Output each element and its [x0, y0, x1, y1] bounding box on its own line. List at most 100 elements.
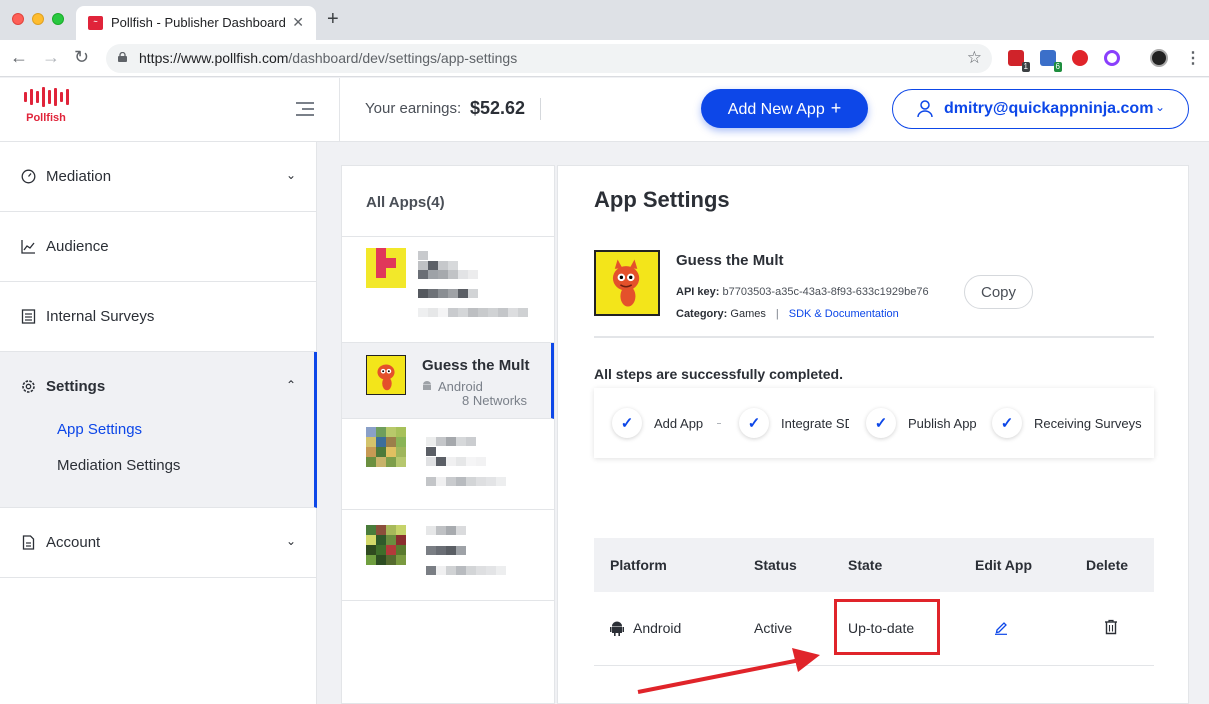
column-header: Status — [754, 557, 797, 573]
window-close-button[interactable] — [12, 13, 24, 25]
add-new-app-button[interactable]: Add New App + — [701, 89, 868, 128]
step-label: Add App — [654, 415, 704, 431]
blurred-text — [418, 308, 528, 317]
ext-star-icon[interactable] — [1072, 50, 1088, 66]
app-icon — [594, 250, 660, 316]
checkmark-icon: ✓ — [739, 408, 769, 438]
checkmark-icon: ✓ — [866, 408, 896, 438]
checkmark-icon: ✓ — [612, 408, 642, 438]
reload-icon[interactable]: ↻ — [74, 47, 89, 67]
android-icon — [610, 621, 624, 636]
header-divider — [339, 78, 340, 142]
browser-tab[interactable]: ~ Pollfish - Publisher Dashboard ✕ — [76, 6, 316, 40]
annotation-arrow-icon — [637, 648, 820, 694]
sidebar-subitem-app-settings[interactable]: App Settings — [57, 421, 142, 438]
android-icon — [423, 381, 431, 390]
ext-badge: 6 — [1053, 62, 1062, 72]
lock-icon — [118, 52, 127, 62]
app-platform: Android — [422, 379, 483, 394]
step-receiving-surveys: ✓ Receiving Surveys — [992, 408, 1142, 438]
sidebar-subitem-mediation-settings[interactable]: Mediation Settings — [57, 457, 180, 474]
profile-avatar[interactable] — [1150, 49, 1168, 67]
sidebar-item-internal-surveys[interactable]: Internal Surveys — [0, 282, 317, 352]
step-label: Integrate SDK — [781, 415, 849, 431]
list-item[interactable] — [342, 510, 554, 601]
app-thumbnail-blurred — [366, 248, 406, 288]
bookmark-star-icon[interactable]: ☆ — [967, 48, 982, 68]
app-title: Guess the Mult — [676, 252, 784, 269]
app-name: Guess the Mult — [422, 357, 530, 374]
ext-octo-icon[interactable] — [1104, 50, 1120, 66]
copy-api-key-button[interactable]: Copy — [964, 275, 1033, 309]
pencil-icon[interactable] — [994, 619, 1008, 635]
logo-text: Pollfish — [26, 112, 66, 124]
sidebar-item-label: Settings — [46, 378, 106, 395]
sidebar-item-label: Account — [46, 534, 101, 551]
step-add-app: ✓ Add App — [612, 408, 703, 438]
list-item[interactable] — [342, 419, 554, 510]
earnings-label: Your earnings: — [365, 100, 462, 117]
list-item[interactable] — [342, 237, 554, 343]
blurred-text — [418, 289, 478, 298]
window-zoom-button[interactable] — [52, 13, 64, 25]
blurred-text — [426, 546, 466, 555]
column-header: Delete — [1086, 557, 1129, 573]
guess-the-mult-thumbnail — [366, 355, 406, 395]
window-minimize-button[interactable] — [32, 13, 44, 25]
platforms-table-header: Platform Status State Edit App Delete — [594, 538, 1154, 592]
trash-icon[interactable] — [1104, 619, 1118, 635]
apps-list-panel: All Apps(4) Guess the Mult Android 8 Net… — [341, 165, 555, 704]
ext-red-icon[interactable]: 1 — [1008, 50, 1030, 72]
blurred-text — [418, 261, 458, 270]
meta-separator: | — [775, 308, 779, 320]
api-key-value: b7703503-a35c-43a3-8f93-633c1929be76 — [722, 286, 929, 298]
page-title: App Settings — [594, 187, 730, 212]
blurred-text — [426, 566, 506, 575]
address-bar-row: ← → ↻ https://www.pollfish.com/dashboard… — [0, 40, 1209, 77]
tab-close-icon[interactable]: ✕ — [292, 14, 304, 31]
app-settings-panel: App Settings Guess the Mult API key: b77… — [557, 165, 1189, 704]
blurred-text — [426, 526, 466, 535]
platform-cell: Android — [633, 620, 682, 636]
step-integrate-sdk: ✓ Integrate SDK — [739, 408, 849, 438]
sidebar-item-label: Internal Surveys — [46, 308, 155, 325]
column-header: Edit App — [975, 557, 1033, 573]
divider — [594, 336, 1154, 338]
earnings-divider — [540, 98, 541, 120]
sidebar-item-settings[interactable]: Settings ⌃ App Settings Mediation Settin… — [0, 352, 317, 508]
ext-code-icon[interactable]: 6 — [1040, 50, 1062, 72]
step-label: Receiving Surveys — [1034, 415, 1142, 431]
steps-title: All steps are successfully completed. — [594, 366, 843, 382]
api-key-row: API key: b7703503-a35c-43a3-8f93-633c192… — [676, 286, 929, 298]
chevron-down-icon: ⌄ — [286, 534, 297, 548]
forward-icon[interactable]: → — [42, 47, 60, 67]
new-tab-button[interactable]: + — [327, 9, 339, 29]
pollfish-favicon-icon: ~ — [88, 16, 103, 30]
user-menu-dropdown[interactable]: dmitry@quickappninja.com ⌄ — [892, 89, 1189, 129]
sidebar-item-audience[interactable]: Audience — [0, 212, 317, 282]
sdk-documentation-link[interactable]: SDK & Documentation — [789, 308, 899, 320]
sidebar-item-mediation[interactable]: Mediation ⌄ — [0, 142, 317, 212]
all-apps-title: All Apps(4) — [366, 194, 445, 211]
pollfish-logo[interactable]: Pollfish — [18, 86, 74, 134]
chevron-up-icon: ⌃ — [286, 378, 297, 392]
column-header: Platform — [610, 557, 667, 573]
status-cell: Active — [754, 620, 793, 636]
category-label: Category: — [676, 308, 728, 320]
sidebar-item-account[interactable]: Account ⌄ — [0, 508, 317, 578]
user-icon — [917, 100, 933, 118]
url-omnibox[interactable]: https://www.pollfish.com/dashboard/dev/s… — [106, 44, 992, 73]
list-item-selected[interactable]: Guess the Mult Android 8 Networks — [342, 343, 554, 419]
blurred-text — [426, 477, 506, 486]
browser-menu-icon[interactable]: ⋮ — [1185, 48, 1201, 68]
back-icon[interactable]: ← — [10, 47, 28, 67]
url-text: https://www.pollfish.com/dashboard/dev/s… — [139, 50, 517, 66]
app-header: Pollfish Your earnings: $52.62 Add New A… — [0, 78, 1209, 142]
collapse-menu-icon[interactable] — [296, 102, 314, 116]
list-icon — [21, 309, 36, 324]
tab-title: Pollfish - Publisher Dashboard — [111, 15, 286, 30]
app-thumbnail-blurred — [366, 427, 406, 467]
add-new-app-label: Add New App — [727, 101, 825, 118]
steps-progress: ✓ Add App ✓ Integrate SDK ✓ Publish App … — [594, 388, 1154, 458]
column-header: State — [848, 557, 883, 573]
